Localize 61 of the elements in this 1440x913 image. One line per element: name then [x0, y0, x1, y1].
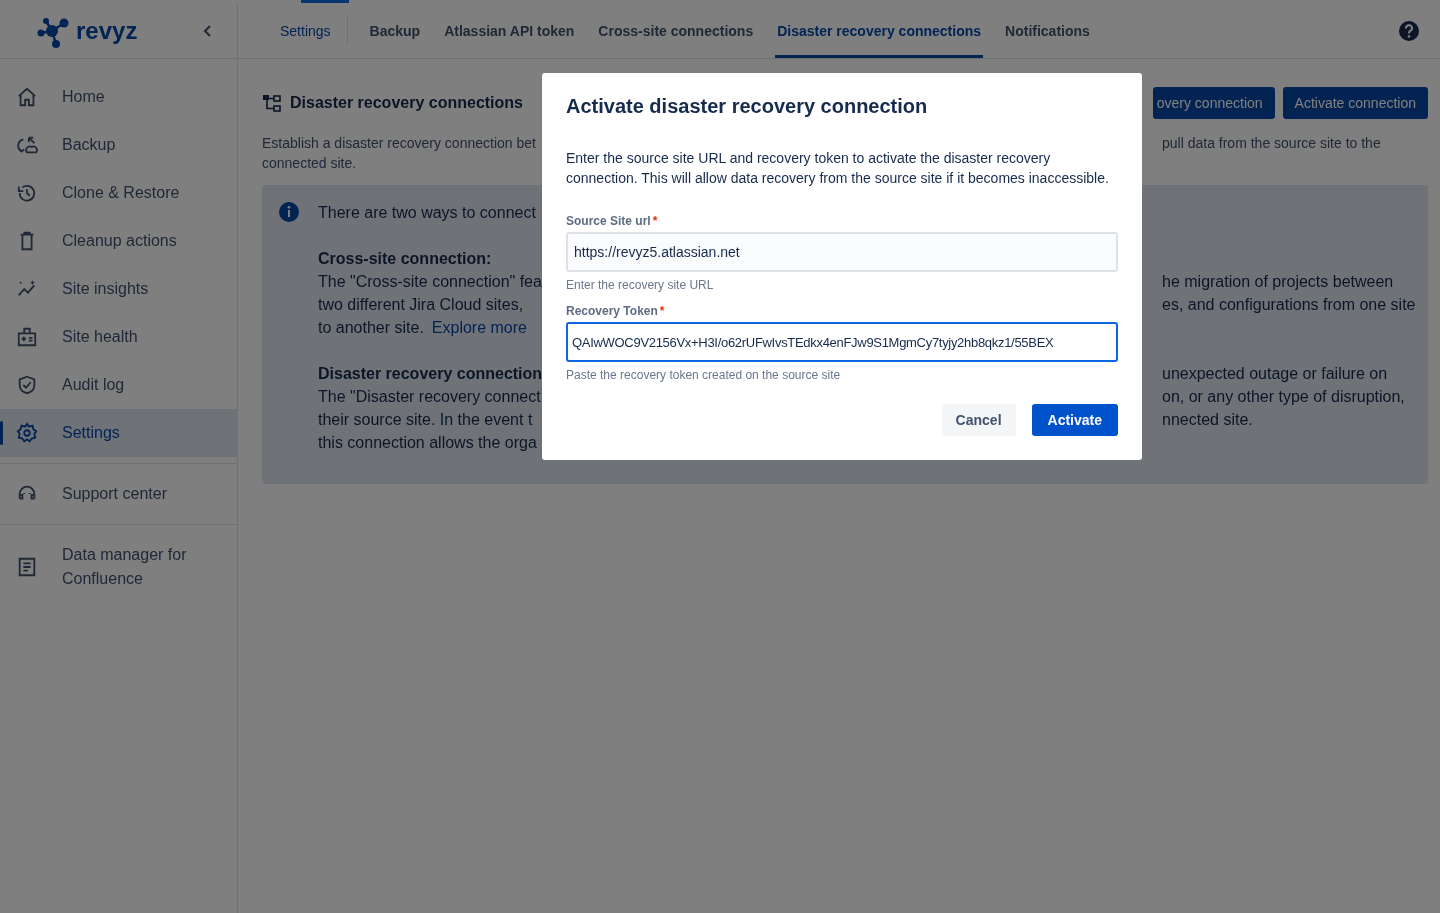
info-text: The "Disaster recovery connect — [318, 387, 542, 407]
backup-icon — [16, 134, 38, 156]
helper-text: Paste the recovery token created on the source site — [566, 368, 842, 382]
hierarchy-icon — [262, 93, 282, 113]
info-text: nnected site. — [1162, 410, 1254, 430]
required-mark: * — [659, 304, 665, 318]
loading-bar — [301, 0, 349, 3]
page-title: Disaster recovery connections — [290, 94, 523, 112]
info-text: es, and configurations from one site — [1162, 295, 1417, 315]
gear-icon — [16, 422, 38, 444]
helper-text: Enter the recovery site URL — [566, 278, 715, 292]
info-heading: Disaster recovery connection — [318, 364, 543, 384]
tab[interactable]: Cross-site connections — [596, 3, 756, 58]
tab[interactable]: Atlassian API token — [442, 3, 577, 58]
info-text: The "Cross-site connection" fea — [318, 272, 543, 292]
health-icon — [16, 326, 38, 348]
info-text: this connection allows the orga — [318, 433, 538, 453]
field-label: Source Site url — [566, 214, 651, 228]
input-field[interactable]: QAIwWOC9V2156Vx+H3I/o62rUFwIvsTEdkx4enFJw9S1MgmCy7tyjy2hb8qkz1/55BEX — [566, 322, 1118, 362]
sidebar-item[interactable]: Site health — [0, 313, 237, 361]
sidebar-item[interactable]: Backup — [0, 121, 237, 169]
info-heading: Cross-site connection: — [318, 249, 493, 269]
required-mark: * — [652, 214, 658, 228]
description-text: connected site. — [262, 154, 358, 173]
help-icon[interactable] — [1398, 19, 1420, 42]
home-icon — [16, 86, 38, 108]
connection-button[interactable]: Activate connection — [1282, 87, 1428, 119]
logo-text: revyz — [76, 16, 138, 45]
shield-icon — [16, 374, 38, 396]
info-text: on, or any other type of disruption, — [1162, 387, 1406, 407]
sidebar-item[interactable]: Site insights — [0, 265, 237, 313]
info-text: he migration of projects between — [1162, 272, 1395, 292]
dialog-description: Enter the source site URL and recovery token to activate the disaster recovery connection. This will allow data recovery from the source site if it becomes inaccessible. — [566, 149, 1110, 188]
sidebar-item[interactable]: Home — [0, 73, 237, 121]
description-text: pull data from the source site to the — [1162, 134, 1382, 153]
document-icon — [16, 556, 38, 578]
sidebar-item[interactable]: Cleanup actions — [0, 217, 237, 265]
tab[interactable]: Disaster recovery connections — [775, 3, 984, 58]
breadcrumb-link[interactable]: Settings — [278, 15, 348, 46]
sidebar-item[interactable]: Audit log — [0, 361, 237, 409]
description-text: Establish a disaster recovery connection bet — [262, 134, 537, 153]
sidebar-item[interactable]: Clone & Restore — [0, 169, 237, 217]
sidebar-item[interactable]: Data manager for Confluence — [0, 531, 237, 603]
explore-more-link[interactable]: Explore more — [431, 319, 527, 336]
info-text: There are two ways to connect — [318, 203, 537, 223]
info-icon — [278, 201, 300, 223]
cancel-button[interactable]: Cancel — [941, 404, 1016, 436]
history-icon — [16, 182, 38, 204]
input-field[interactable]: https://revyz5.atlassian.net — [566, 232, 1118, 272]
sidebar-item[interactable]: Support center — [0, 470, 237, 518]
info-text: to another site. — [318, 319, 424, 336]
activate-button[interactable]: Activate — [1031, 404, 1118, 436]
sidebar-item[interactable]: Settings — [0, 409, 237, 457]
info-text: their source site. In the event t — [318, 410, 534, 430]
field-label: Recovery Token — [566, 304, 658, 318]
connection-button[interactable]: overy connection — [1152, 87, 1275, 119]
tab[interactable]: Backup — [367, 3, 423, 58]
info-text: two different Jira Cloud sites, — [318, 295, 525, 315]
dialog-title: Activate disaster recovery connection — [566, 95, 929, 118]
info-text: unexpected outage or failure on — [1162, 364, 1389, 384]
tab[interactable]: Notifications — [1003, 3, 1092, 58]
